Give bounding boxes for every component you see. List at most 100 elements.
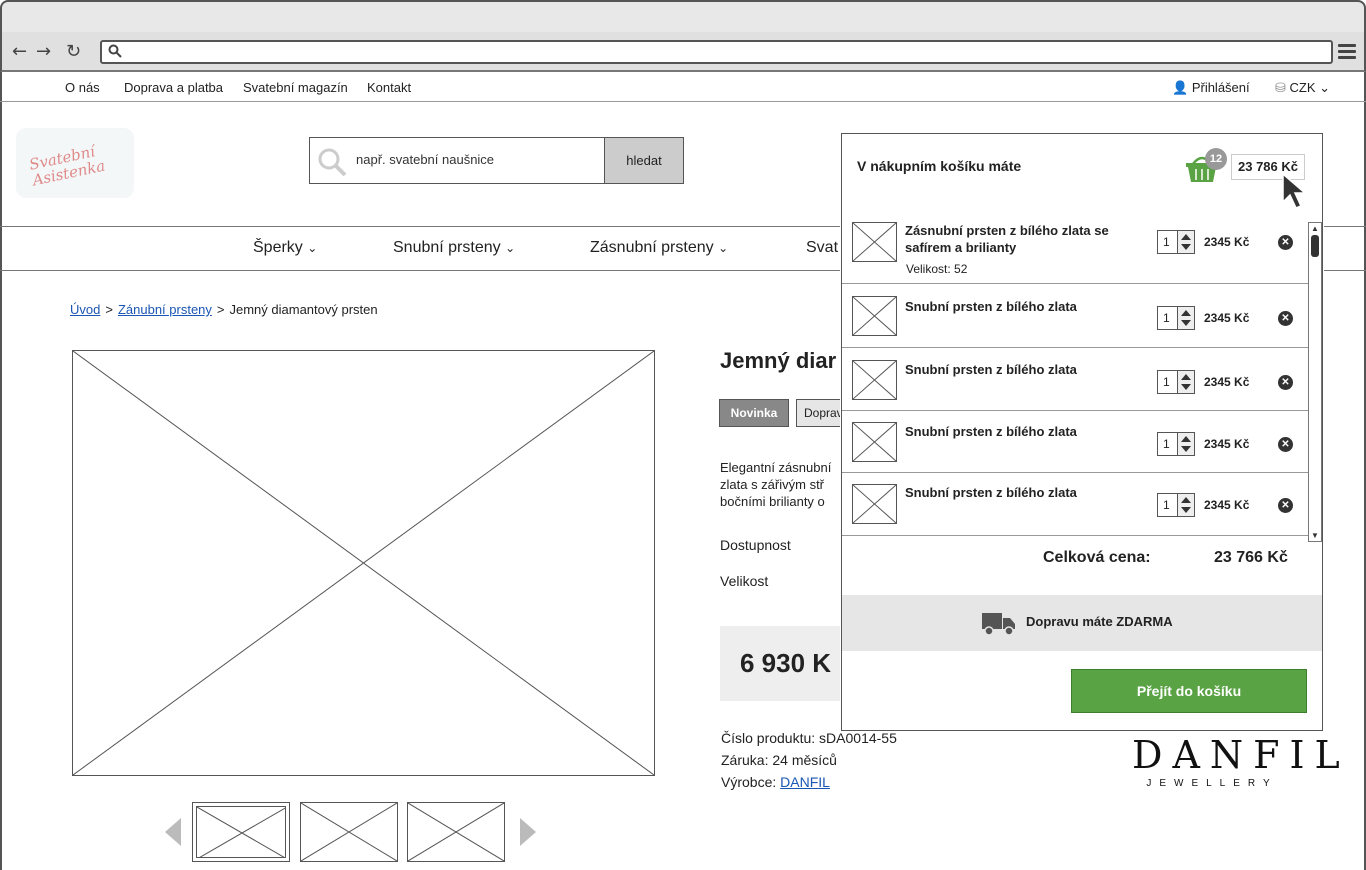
breadcrumb-separator: > (216, 302, 225, 317)
item-name[interactable]: Snubní prsten z bílého zlata (905, 361, 1140, 378)
link-magazine[interactable]: Svatební magazín (243, 80, 348, 95)
breadcrumb-category[interactable]: Zánubní prsteny (118, 302, 212, 317)
truck-icon (982, 613, 1015, 636)
search-box: hledat (309, 137, 684, 184)
back-icon[interactable]: ← (12, 42, 27, 62)
forward-icon[interactable]: → (36, 42, 51, 62)
brand-logo[interactable]: DANFIL JEWELLERY (1132, 733, 1350, 789)
breadcrumb-separator: > (105, 302, 113, 317)
item-name[interactable]: Zásnubní prsten z bílého zlata se safíre… (905, 222, 1140, 256)
availability-label: Dostupnost (720, 537, 791, 553)
breadcrumb-current: Jemný diamantový prsten (229, 302, 378, 317)
search-icon (108, 44, 122, 58)
quantity-value: 1 (1163, 235, 1170, 249)
quantity-stepper[interactable]: 1 (1157, 230, 1195, 254)
item-image-placeholder-icon (852, 484, 897, 524)
user-icon: 👤 (1172, 80, 1189, 95)
manufacturer-link[interactable]: DANFIL (780, 774, 830, 790)
breadcrumb-home[interactable]: Úvod (70, 302, 100, 317)
chevron-down-icon: ⌄ (718, 241, 729, 255)
browser-toolbar: ← → ↻ (0, 32, 1366, 72)
remove-item-icon[interactable]: ✕ (1278, 498, 1293, 513)
quantity-value: 1 (1163, 498, 1170, 512)
remove-item-icon[interactable]: ✕ (1278, 375, 1293, 390)
spinner-arrows-icon[interactable] (1177, 307, 1194, 329)
address-bar[interactable] (100, 40, 1333, 64)
cart-total-label: Celková cena: (1043, 549, 1151, 566)
nav-item-wedding-rings[interactable]: Snubní prsteny ⌄ (393, 239, 515, 257)
image-placeholder-icon (72, 350, 655, 776)
cart-item: Snubní prsten z bílého zlata 1 2345 Kč ✕ (842, 348, 1308, 411)
scrollbar-thumb[interactable] (1311, 235, 1319, 257)
item-price: 2345 Kč (1204, 498, 1250, 512)
nav-item-wedding[interactable]: Svat (806, 239, 838, 257)
item-image-placeholder-icon (852, 422, 897, 462)
link-shipping[interactable]: Doprava a platba (124, 80, 223, 95)
thumbnail-next-arrow[interactable] (520, 818, 536, 846)
cart-total-value: 23 766 Kč (1214, 549, 1288, 566)
thumbnail-3[interactable] (407, 802, 505, 862)
logo-text: Svatební Asistenka (27, 142, 107, 190)
nav-item-engagement-rings[interactable]: Zásnubní prsteny ⌄ (590, 239, 728, 257)
item-name[interactable]: Snubní prsten z bílého zlata (905, 423, 1140, 440)
scroll-up-icon[interactable]: ▲ (1311, 224, 1319, 233)
reload-icon[interactable]: ↻ (66, 42, 81, 62)
cart-item: Snubní prsten z bílého zlata 1 2345 Kč ✕ (842, 411, 1308, 473)
quantity-value: 1 (1163, 437, 1170, 451)
spinner-arrows-icon[interactable] (1177, 371, 1194, 393)
currency-select[interactable]: ⛁ CZK ⌄ (1275, 80, 1330, 96)
brand-name: DANFIL (1132, 733, 1350, 777)
item-image-placeholder-icon (852, 222, 897, 262)
warranty: Záruka: 24 měsíců (721, 752, 837, 768)
mouse-cursor-icon (1282, 172, 1307, 209)
coins-icon: ⛁ (1275, 80, 1286, 95)
product-title: Jemný diar (720, 348, 837, 373)
login-label: Přihlášení (1191, 80, 1250, 95)
search-button[interactable]: hledat (604, 138, 683, 183)
product-number: Číslo produktu: sDA0014-55 (721, 730, 897, 746)
cart-item: Zásnubní prsten z bílého zlata se safíre… (842, 219, 1308, 284)
item-name[interactable]: Snubní prsten z bílého zlata (905, 298, 1140, 315)
quantity-value: 1 (1163, 311, 1170, 325)
spinner-arrows-icon[interactable] (1177, 231, 1194, 253)
manufacturer-label: Výrobce: (721, 774, 777, 790)
thumbnail-1[interactable] (192, 802, 290, 862)
item-price: 2345 Kč (1204, 375, 1250, 389)
item-name[interactable]: Snubní prsten z bílého zlata (905, 484, 1140, 501)
remove-item-icon[interactable]: ✕ (1278, 235, 1293, 250)
quantity-stepper[interactable]: 1 (1157, 493, 1195, 517)
link-about[interactable]: O nás (65, 80, 100, 95)
quantity-stepper[interactable]: 1 (1157, 432, 1195, 456)
hamburger-menu-icon[interactable] (1338, 44, 1356, 60)
item-image-placeholder-icon (852, 296, 897, 336)
quantity-value: 1 (1163, 375, 1170, 389)
image-placeholder-icon (196, 806, 288, 860)
thumbnail-prev-arrow[interactable] (165, 818, 181, 846)
chevron-down-icon: ⌄ (505, 241, 516, 255)
product-main-image[interactable] (72, 350, 655, 776)
spinner-arrows-icon[interactable] (1177, 494, 1194, 516)
quantity-stepper[interactable]: 1 (1157, 306, 1195, 330)
description-line: Elegantní zásnubní (720, 460, 832, 475)
cart-heading: V nákupním košíku máte (857, 158, 1022, 174)
cart-popup: V nákupním košíku máte 12 23 786 Kč Zásn… (841, 133, 1323, 731)
chevron-down-icon: ⌄ (307, 241, 318, 255)
brand-tagline: JEWELLERY (1146, 778, 1278, 789)
search-input[interactable] (356, 152, 596, 167)
quantity-stepper[interactable]: 1 (1157, 370, 1195, 394)
item-price: 2345 Kč (1204, 235, 1250, 249)
cart-scrollbar[interactable]: ▲ ▼ (1308, 222, 1322, 542)
link-contact[interactable]: Kontakt (367, 80, 411, 95)
thumbnail-2[interactable] (300, 802, 398, 862)
remove-item-icon[interactable]: ✕ (1278, 311, 1293, 326)
site-logo[interactable]: Svatební Asistenka (16, 128, 134, 198)
spinner-arrows-icon[interactable] (1177, 433, 1194, 455)
remove-item-icon[interactable]: ✕ (1278, 437, 1293, 452)
login-link[interactable]: 👤 Přihlášení (1172, 80, 1250, 96)
scroll-down-icon[interactable]: ▼ (1311, 531, 1319, 540)
nav-item-jewelry[interactable]: Šperky ⌄ (253, 239, 317, 257)
search-icon (318, 148, 347, 177)
go-to-cart-button[interactable]: Přejít do košíku (1071, 669, 1307, 713)
free-shipping-banner: Dopravu máte ZDARMA (842, 595, 1322, 651)
item-price: 2345 Kč (1204, 311, 1250, 325)
